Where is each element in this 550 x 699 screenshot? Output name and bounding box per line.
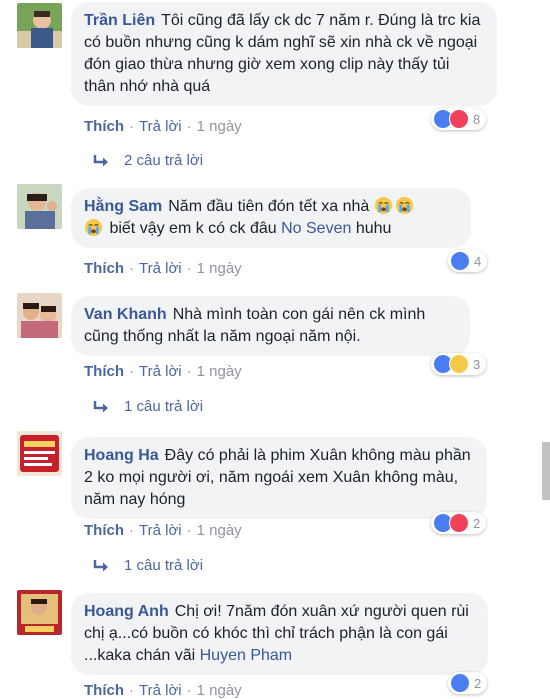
like-button[interactable]: Thích	[84, 118, 124, 135]
comment-bubble: Trần Liên Tôi cũng đã lấy ck dc 7 năm r. …	[71, 2, 497, 106]
comment-actions: Thích · Trả lời · 1 ngày	[84, 260, 242, 277]
like-button[interactable]: Thích	[84, 682, 124, 699]
comment-bubble: Hoang Anh Chị ơi! 7năm đón xuân xứ người …	[71, 593, 488, 675]
like-reaction-icon	[450, 673, 470, 693]
like-button[interactable]: Thích	[84, 260, 124, 277]
comment-actions: Thích · Trả lời · 1 ngày	[84, 522, 242, 539]
reaction-count: 4	[474, 253, 482, 269]
avatar[interactable]	[17, 184, 62, 229]
separator-dot: ·	[129, 118, 134, 135]
comment-author[interactable]: Van Khanh	[84, 306, 167, 323]
comment-timestamp[interactable]: 1 ngày	[197, 682, 242, 699]
comment-bubble: Hoang Ha Đây có phải là phim Xuân không m…	[71, 437, 487, 519]
separator-dot: ·	[186, 522, 192, 539]
comment-timestamp[interactable]: 1 ngày	[197, 363, 242, 380]
like-reaction-icon	[450, 251, 470, 271]
comment-author[interactable]: Hoang Anh	[84, 603, 169, 620]
reaction-count: 3	[473, 356, 481, 372]
reply-button[interactable]: Trả lời	[139, 522, 182, 539]
reaction-count: 8	[473, 111, 481, 127]
like-button[interactable]: Thích	[84, 522, 124, 539]
reply-arrow-icon	[93, 154, 108, 166]
separator-dot: ·	[186, 118, 192, 135]
reaction-summary[interactable]: 2	[431, 512, 487, 534]
avatar[interactable]	[17, 590, 62, 635]
separator-dot: ·	[129, 260, 134, 277]
crying-face-icon	[395, 196, 413, 215]
mention-tag[interactable]: Huyen Pham	[200, 647, 293, 664]
replies-count-label[interactable]: 1 câu trả lời	[124, 557, 203, 574]
comment-author[interactable]: Trần Liên	[84, 12, 155, 29]
love-reaction-icon	[449, 109, 469, 129]
love-reaction-icon	[449, 513, 469, 533]
comment-timestamp[interactable]: 1 ngày	[197, 522, 242, 539]
view-replies-link[interactable]: 2 câu trả lời	[92, 152, 203, 169]
crying-face-icon	[374, 196, 392, 215]
wow-reaction-icon	[449, 354, 469, 374]
reaction-count: 2	[473, 515, 481, 531]
comment-actions: Thích · Trả lời · 1 ngày	[84, 118, 242, 135]
comment-text-end: huhu	[355, 220, 392, 237]
comment-actions: Thích · Trả lời · 1 ngày	[84, 363, 242, 380]
separator-dot: ·	[186, 363, 192, 380]
avatar[interactable]	[17, 431, 62, 476]
replies-count-label[interactable]: 2 câu trả lời	[124, 152, 203, 169]
avatar[interactable]	[17, 293, 62, 338]
replies-count-label[interactable]: 1 câu trả lời	[124, 398, 203, 415]
reaction-summary[interactable]: 8	[431, 108, 487, 130]
comment-bubble: Van Khanh Nhà mình toàn con gái nên ck mì…	[71, 296, 470, 356]
separator-dot: ·	[129, 682, 134, 699]
reply-button[interactable]: Trả lời	[139, 682, 182, 699]
comment-timestamp[interactable]: 1 ngày	[197, 118, 242, 135]
reaction-count: 2	[474, 675, 482, 691]
comment-bubble: Hằng Sam Năm đầu tiên đón tết xa nhà biết…	[71, 188, 471, 248]
reaction-summary[interactable]: 2	[448, 672, 488, 694]
comment-timestamp[interactable]: 1 ngày	[197, 260, 242, 277]
comment-text: biết vậy em k có ck đâu	[109, 220, 277, 237]
like-button[interactable]: Thích	[84, 363, 124, 380]
reaction-summary[interactable]: 4	[448, 250, 488, 272]
comment-author[interactable]: Hằng Sam	[84, 198, 162, 215]
avatar[interactable]	[17, 3, 62, 48]
comment-author[interactable]: Hoang Ha	[84, 447, 159, 464]
separator-dot: ·	[186, 682, 192, 699]
reaction-summary[interactable]: 3	[431, 353, 487, 375]
crying-face-icon	[84, 218, 103, 237]
separator-dot: ·	[186, 260, 192, 277]
mention-tag[interactable]: No Seven	[281, 220, 351, 237]
separator-dot: ·	[129, 522, 134, 539]
reply-arrow-icon	[93, 400, 108, 412]
reply-arrow-icon	[93, 559, 108, 571]
separator-dot: ·	[129, 363, 134, 380]
reply-button[interactable]: Trả lời	[139, 118, 182, 135]
reply-button[interactable]: Trả lời	[139, 260, 182, 277]
reply-button[interactable]: Trả lời	[139, 363, 182, 380]
view-replies-link[interactable]: 1 câu trả lời	[92, 398, 203, 415]
view-replies-link[interactable]: 1 câu trả lời	[92, 557, 203, 574]
comment-actions: Thích · Trả lời · 1 ngày	[84, 682, 242, 699]
scrollbar-thumb[interactable]	[542, 442, 550, 500]
comment-text: Năm đầu tiên đón tết xa nhà	[168, 198, 370, 215]
